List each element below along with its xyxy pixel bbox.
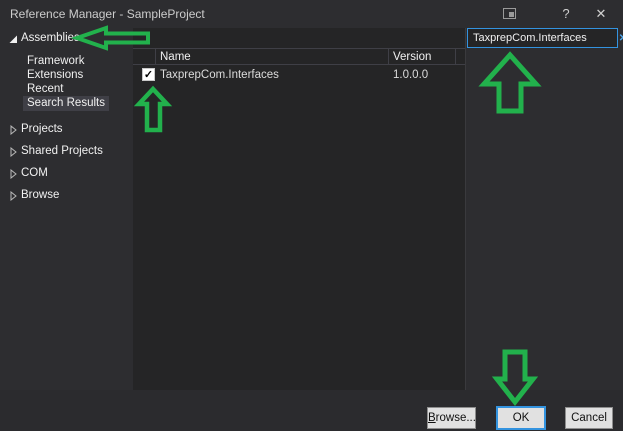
footer-bar: Browse... OK Cancel [0,390,623,431]
chevron-collapsed-icon [8,191,18,201]
sidebar-item-framework[interactable]: Framework [23,54,89,69]
sidebar-item-com[interactable]: COM [21,166,48,181]
sidebar-item-projects[interactable]: Projects [21,122,63,137]
help-icon[interactable]: ? [554,4,578,24]
window-title: Reference Manager - SampleProject [10,7,205,21]
sidebar: Assemblies Framework Extensions Recent S… [0,28,133,390]
sidebar-item-label: Framework [27,55,85,67]
sidebar-item-label: Recent [27,83,63,95]
column-divider [155,49,156,65]
column-header-name[interactable]: Name [160,50,191,64]
sidebar-item-label: Search Results [27,97,105,109]
column-divider [388,49,389,65]
ok-button[interactable]: OK [497,407,545,429]
search-input[interactable] [468,30,615,46]
sidebar-item-recent[interactable]: Recent [23,82,67,97]
sidebar-item-label: COM [21,167,48,179]
sidebar-item-label: Shared Projects [21,145,103,157]
reference-manager-dialog: Reference Manager - SampleProject ? ✕ As… [0,0,623,431]
column-header-version[interactable]: Version [393,50,431,64]
sidebar-item-label: Extensions [27,69,83,81]
cancel-button[interactable]: Cancel [565,407,613,429]
feedback-icon[interactable] [503,8,516,19]
chevron-collapsed-icon [8,147,18,157]
chevron-expanded-icon [8,34,18,44]
row-checkbox-checked[interactable]: ✓ [142,68,155,81]
search-box: ✕ ▼ [467,28,618,48]
row-version: 1.0.0.0 [393,68,428,82]
sidebar-item-extensions[interactable]: Extensions [23,68,87,83]
sidebar-item-label: Assemblies [21,32,80,44]
detail-pane: ✕ ▼ [465,28,623,390]
table-row[interactable]: ✓ TaxprepCom.Interfaces 1.0.0.0 [133,65,465,85]
sidebar-item-assemblies[interactable]: Assemblies [21,31,80,46]
browse-accesskey: B [428,412,436,424]
close-icon[interactable]: ✕ [589,4,613,24]
search-clear-icon[interactable]: ✕ [615,33,623,44]
browse-label-rest: rowse... [436,412,476,424]
sidebar-item-label: Projects [21,123,63,135]
sidebar-item-search-results[interactable]: Search Results [23,96,109,111]
assembly-list-panel: Name Version ✓ TaxprepCom.Interfaces 1.0… [133,28,465,390]
sidebar-item-shared-projects[interactable]: Shared Projects [21,144,103,159]
row-name: TaxprepCom.Interfaces [160,68,279,82]
chevron-collapsed-icon [8,169,18,179]
title-bar: Reference Manager - SampleProject ? ✕ [0,0,623,28]
chevron-collapsed-icon [8,125,18,135]
sidebar-item-label: Browse [21,189,59,201]
sidebar-item-browse[interactable]: Browse [21,188,59,203]
list-header: Name Version [133,48,465,65]
browse-button[interactable]: Browse... [427,407,476,429]
column-divider [455,49,456,65]
